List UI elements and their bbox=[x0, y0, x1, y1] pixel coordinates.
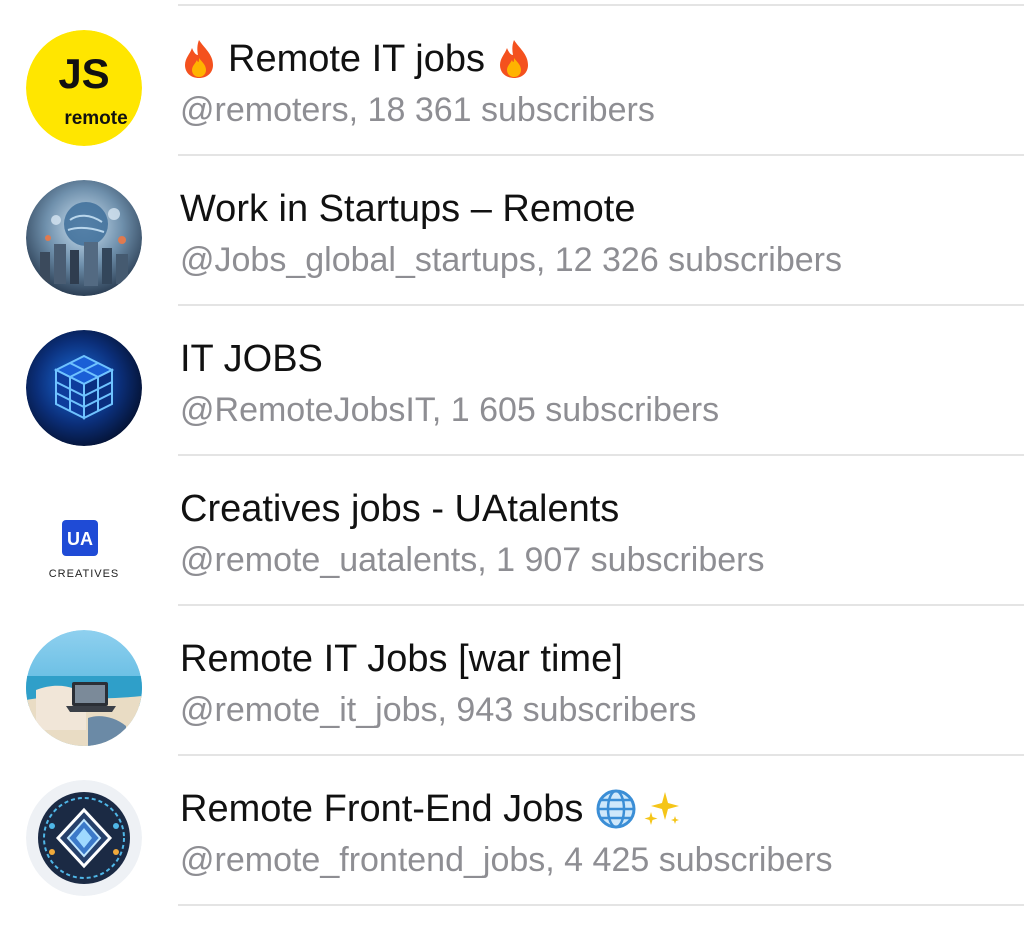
channel-subtitle: @remote_it_jobs, 943 subscribers bbox=[180, 691, 697, 729]
channel-title: IT JOBS bbox=[180, 338, 323, 380]
channel-title: Remote IT Jobs [war time] bbox=[180, 638, 623, 680]
avatar bbox=[26, 780, 142, 896]
list-item-jobs-global-startups[interactable]: Work in Startups – Remote @Jobs_global_s… bbox=[0, 156, 1024, 306]
channel-title: Remote IT jobs bbox=[180, 36, 533, 82]
channel-title-text: Remote IT jobs bbox=[228, 38, 485, 80]
js-remote-logo-icon: JS remote bbox=[26, 30, 142, 146]
globe-city-image-icon bbox=[26, 180, 142, 296]
channel-subtitle: @RemoteJobsIT, 1 605 subscribers bbox=[180, 391, 720, 429]
channel-title: Work in Startups – Remote bbox=[180, 188, 636, 230]
list-item-remoters[interactable]: JS remote Remote IT jobs @remoters, 18 3… bbox=[0, 6, 1024, 156]
svg-text:JS: JS bbox=[58, 50, 109, 97]
channel-title: Creatives jobs - UAtalents bbox=[180, 488, 620, 530]
svg-text:UA: UA bbox=[67, 529, 93, 549]
fire-icon bbox=[495, 38, 533, 80]
channel-subtitle: @Jobs_global_startups, 12 326 subscriber… bbox=[180, 241, 843, 279]
avatar bbox=[26, 330, 142, 446]
channel-subtitle: @remoters, 18 361 subscribers bbox=[180, 91, 655, 129]
beach-laptop-image-icon bbox=[26, 630, 142, 746]
avatar: JS remote bbox=[26, 30, 142, 146]
frontend-diamond-logo-icon bbox=[26, 780, 142, 896]
svg-text:CREATIVES: CREATIVES bbox=[49, 568, 120, 580]
fire-icon bbox=[180, 38, 218, 80]
channel-subtitle: @remote_frontend_jobs, 4 425 subscribers bbox=[180, 841, 833, 879]
avatar: UA CREATIVES bbox=[26, 480, 142, 596]
globe-icon bbox=[595, 788, 637, 830]
list-item-remotejobsit[interactable]: IT JOBS @RemoteJobsIT, 1 605 subscribers bbox=[0, 306, 1024, 456]
blue-cube-image-icon bbox=[26, 330, 142, 446]
ua-creatives-logo-icon: UA CREATIVES bbox=[26, 480, 142, 596]
list-item-remote-it-jobs[interactable]: Remote IT Jobs [war time] @remote_it_job… bbox=[0, 606, 1024, 756]
list-item-remote-uatalents[interactable]: UA CREATIVES Creatives jobs - UAtalents … bbox=[0, 456, 1024, 606]
divider bbox=[178, 904, 1024, 906]
channel-title-text: Remote Front-End Jobs bbox=[180, 788, 584, 830]
avatar bbox=[26, 630, 142, 746]
channel-subtitle: @remote_uatalents, 1 907 subscribers bbox=[180, 541, 765, 579]
sparkles-icon bbox=[641, 788, 683, 830]
avatar bbox=[26, 180, 142, 296]
list-item-remote-frontend-jobs[interactable]: Remote Front-End Jobs @remote_frontend_j… bbox=[0, 756, 1024, 906]
channel-title: Remote Front-End Jobs bbox=[180, 786, 683, 832]
svg-text:remote: remote bbox=[64, 108, 127, 129]
channel-list: JS remote Remote IT jobs @remoters, 18 3… bbox=[0, 0, 1024, 927]
